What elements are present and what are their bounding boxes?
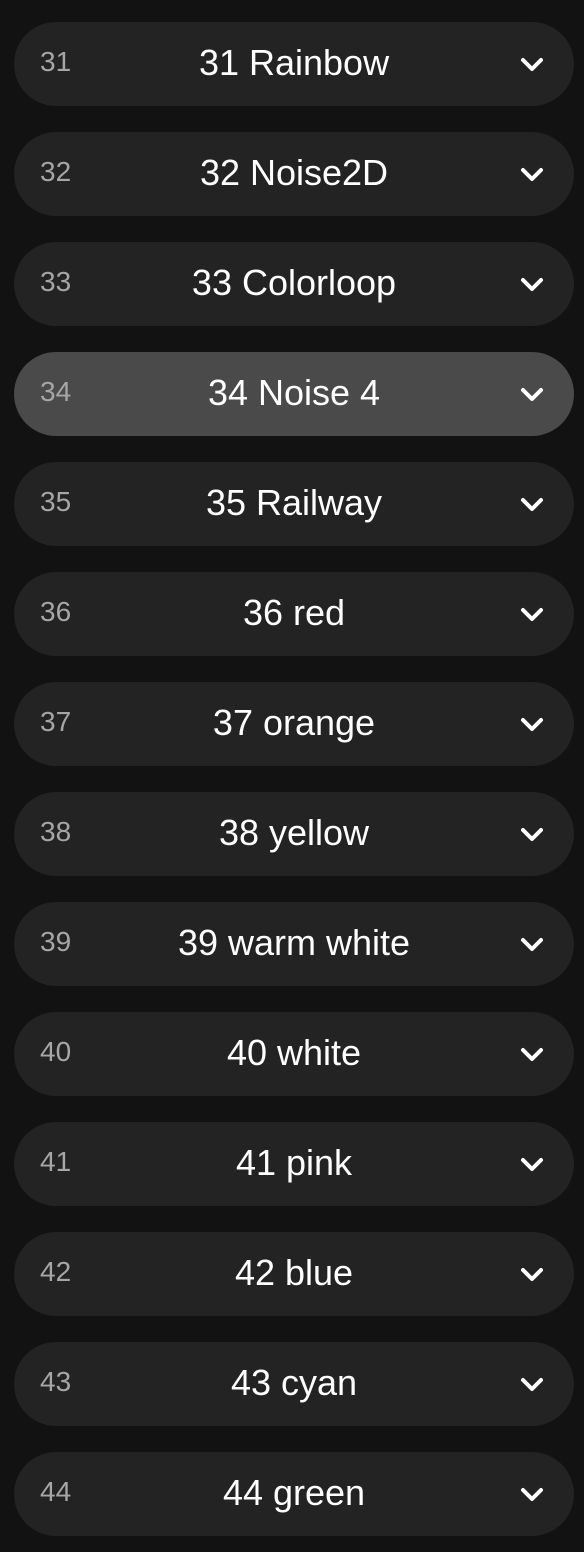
preset-number: 31 [40, 46, 72, 77]
preset-label: 33 Colorloop [191, 262, 397, 303]
preset-number: 44 [40, 1476, 72, 1507]
preset-label: 44 green [222, 1472, 366, 1513]
preset-row[interactable]: 42 42 blue [14, 1232, 574, 1316]
preset-row[interactable]: 31 31 Rainbow [14, 22, 574, 106]
preset-row[interactable]: 32 32 Noise2D [14, 132, 574, 216]
chevron-down-icon[interactable] [518, 710, 546, 738]
preset-row[interactable]: 40 40 white [14, 1012, 574, 1096]
preset-label: 36 red [242, 592, 346, 633]
chevron-down-icon[interactable] [518, 1480, 546, 1508]
preset-label: 32 Noise2D [199, 152, 389, 193]
preset-number: 32 [40, 156, 72, 187]
preset-row[interactable]: 33 33 Colorloop [14, 242, 574, 326]
preset-number: 43 [40, 1366, 72, 1397]
preset-label: 41 pink [235, 1142, 353, 1183]
preset-row[interactable]: 37 37 orange [14, 682, 574, 766]
chevron-down-icon[interactable] [518, 930, 546, 958]
preset-number: 36 [40, 596, 72, 627]
chevron-down-icon[interactable] [518, 160, 546, 188]
preset-row[interactable]: 35 35 Railway [14, 462, 574, 546]
chevron-down-icon[interactable] [518, 50, 546, 78]
chevron-down-icon[interactable] [518, 1260, 546, 1288]
preset-number: 40 [40, 1036, 72, 1067]
preset-label: 42 blue [234, 1252, 354, 1293]
preset-row[interactable]: 38 38 yellow [14, 792, 574, 876]
chevron-down-icon[interactable] [518, 490, 546, 518]
preset-number: 39 [40, 926, 72, 957]
chevron-down-icon[interactable] [518, 1370, 546, 1398]
preset-row[interactable]: 36 36 red [14, 572, 574, 656]
preset-label: 31 Rainbow [198, 42, 390, 83]
preset-list: 31 31 Rainbow 32 32 Noise2D 33 33 Colorloop 34… [0, 0, 584, 1536]
preset-label: 40 white [226, 1032, 362, 1073]
preset-label: 39 warm white [177, 922, 411, 963]
chevron-down-icon[interactable] [518, 1040, 546, 1068]
preset-row[interactable]: 39 39 warm white [14, 902, 574, 986]
preset-number: 35 [40, 486, 72, 517]
preset-number: 41 [40, 1146, 72, 1177]
chevron-down-icon[interactable] [518, 600, 546, 628]
preset-label: 34 Noise 4 [207, 372, 381, 413]
chevron-down-icon[interactable] [518, 820, 546, 848]
chevron-down-icon[interactable] [518, 380, 546, 408]
preset-number: 42 [40, 1256, 72, 1287]
preset-number: 34 [40, 376, 72, 407]
preset-number: 37 [40, 706, 72, 737]
preset-number: 33 [40, 266, 72, 297]
preset-row[interactable]: 34 34 Noise 4 [14, 352, 574, 436]
preset-label: 35 Railway [205, 482, 383, 523]
preset-number: 38 [40, 816, 72, 847]
preset-label: 43 cyan [230, 1362, 358, 1403]
chevron-down-icon[interactable] [518, 270, 546, 298]
preset-row[interactable]: 44 44 green [14, 1452, 574, 1536]
preset-label: 38 yellow [218, 812, 370, 853]
preset-row[interactable]: 43 43 cyan [14, 1342, 574, 1426]
chevron-down-icon[interactable] [518, 1150, 546, 1178]
preset-row[interactable]: 41 41 pink [14, 1122, 574, 1206]
preset-label: 37 orange [212, 702, 376, 743]
